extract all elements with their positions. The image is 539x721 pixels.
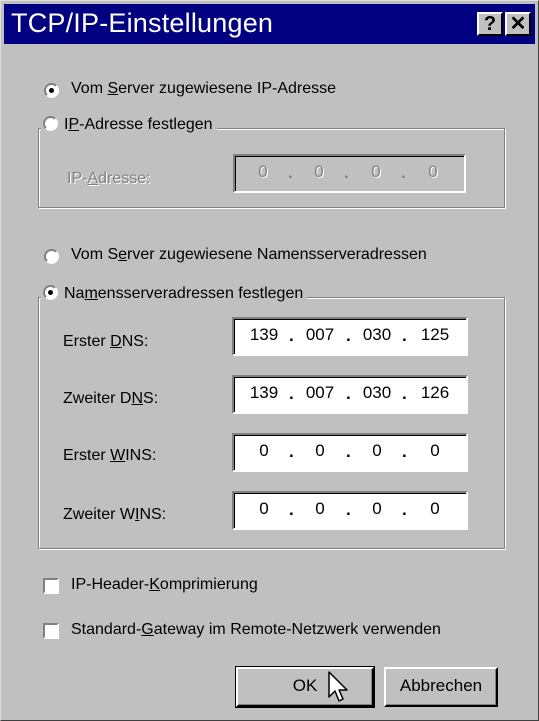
cancel-button[interactable]: Abbrechen — [384, 667, 498, 707]
ip-dot: . — [402, 442, 407, 461]
dns1-octet-4[interactable]: 125 — [409, 325, 461, 345]
ok-button[interactable]: OK — [235, 666, 375, 708]
radio-dns-fixed[interactable] — [43, 285, 58, 300]
title-bar[interactable]: TCP/IP-Einstellungen ? ✕ — [4, 4, 535, 44]
wins1-octet-3[interactable]: 0 — [351, 441, 403, 461]
label-second-dns: Zweiter DNS: — [63, 390, 159, 407]
dns2-octet-3[interactable]: 030 — [351, 383, 403, 403]
wins2-octet-1[interactable]: 0 — [238, 499, 290, 519]
ip-dot: . — [344, 163, 349, 182]
mouse-pointer-icon — [328, 671, 348, 702]
label-dns-from-server: Vom Server zugewiesene Namensserveradres… — [71, 246, 427, 263]
wins1-octet-4[interactable]: 0 — [409, 441, 461, 461]
window-title: TCP/IP-Einstellungen — [11, 8, 274, 38]
label-ip-fixed: IP-Adresse festlegen — [64, 116, 213, 133]
help-button[interactable]: ? — [477, 12, 503, 36]
second-dns-field[interactable]: 139 . 007 . 030 . 126 — [232, 375, 468, 414]
checkbox-default-gateway[interactable] — [43, 623, 59, 639]
dialog-window: TCP/IP-Einstellungen ? ✕ Vom Server zuge… — [0, 0, 539, 721]
ip-dot: . — [401, 163, 406, 182]
legend-dns-fixed: Namensserveradressen festlegen — [41, 285, 308, 303]
ip-octet-3: 0 — [371, 162, 381, 181]
wins2-octet-2[interactable]: 0 — [294, 499, 346, 519]
label-first-wins: Erster WINS: — [63, 447, 157, 464]
second-wins-field[interactable]: 0 . 0 . 0 . 0 — [232, 491, 468, 530]
label-dns-fixed: Namensserveradressen festlegen — [64, 285, 304, 302]
radio-dot — [49, 88, 54, 93]
label-ip-from-server: Vom Server zugewiesene IP-Adresse — [71, 80, 337, 97]
first-wins-field[interactable]: 0 . 0 . 0 . 0 — [232, 433, 468, 472]
ip-octet-4: 0 — [428, 162, 438, 181]
first-dns-field[interactable]: 139 . 007 . 030 . 125 — [232, 317, 468, 356]
dns1-octet-3[interactable]: 030 — [351, 325, 403, 345]
label-ip-address: IP-Adresse: — [67, 170, 151, 187]
legend-ip-fixed: IP-Adresse festlegen — [41, 116, 217, 134]
dns2-octet-1[interactable]: 139 — [238, 383, 290, 403]
ip-address-field: 0 . 0 . 0 . 0 — [233, 154, 466, 193]
dns1-octet-1[interactable]: 139 — [238, 325, 290, 345]
wins2-octet-3[interactable]: 0 — [351, 499, 403, 519]
wins2-octet-4[interactable]: 0 — [409, 499, 461, 519]
radio-dns-from-server[interactable] — [44, 249, 59, 264]
label-first-dns: Erster DNS: — [63, 333, 149, 350]
ip-octet-1: 0 — [258, 162, 268, 181]
ip-octet-2: 0 — [314, 162, 324, 181]
ip-dot: . — [402, 384, 407, 403]
checkbox-header-compression[interactable] — [43, 578, 59, 594]
dns2-octet-2[interactable]: 007 — [294, 383, 346, 403]
radio-dot — [48, 290, 53, 295]
label-default-gateway: Standard-Gateway im Remote-Netzwerk verw… — [71, 621, 441, 638]
wins1-octet-2[interactable]: 0 — [294, 441, 346, 461]
ip-dot: . — [402, 326, 407, 345]
ip-dot: . — [402, 500, 407, 519]
dns1-octet-2[interactable]: 007 — [294, 325, 346, 345]
radio-ip-fixed[interactable] — [43, 116, 58, 131]
wins1-octet-1[interactable]: 0 — [238, 441, 290, 461]
label-second-wins: Zweiter WINS: — [63, 506, 167, 523]
radio-ip-from-server[interactable] — [44, 83, 59, 98]
close-button[interactable]: ✕ — [505, 12, 531, 36]
label-header-compression: IP-Header-Komprimierung — [71, 576, 258, 593]
dns2-octet-4[interactable]: 126 — [409, 383, 461, 403]
